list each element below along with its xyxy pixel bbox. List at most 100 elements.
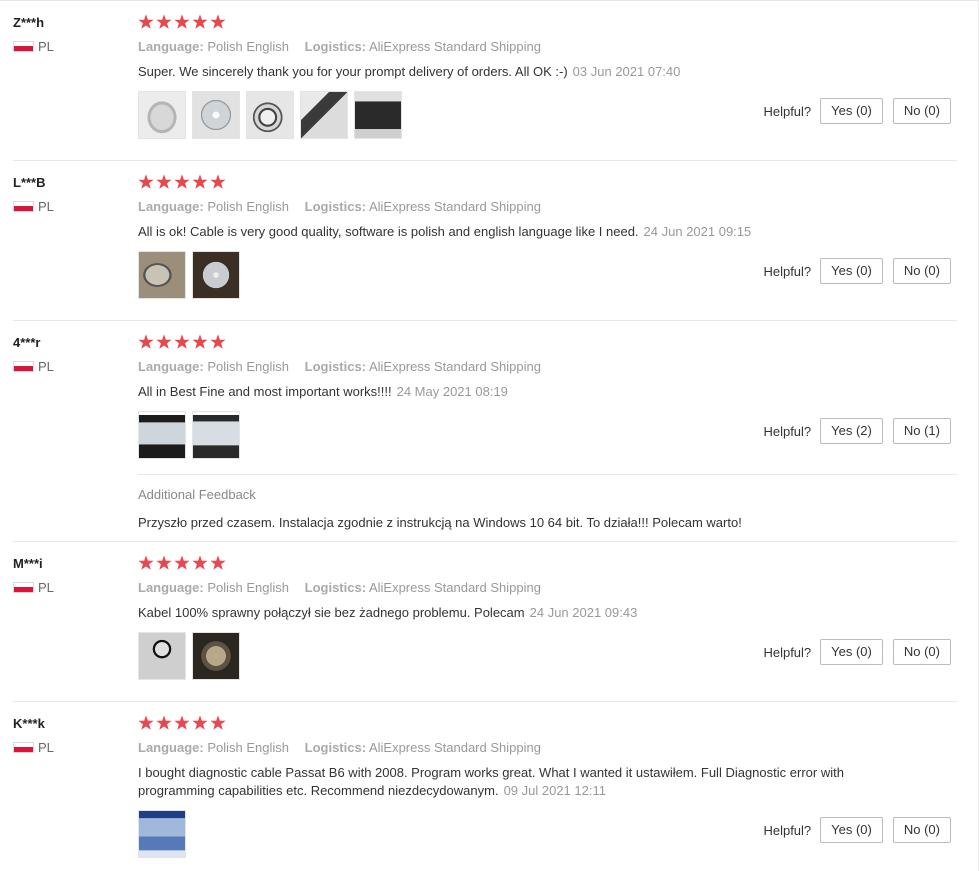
star-icon [174, 715, 190, 730]
helpful-vote: Helpful? Yes (0) No (0) [763, 639, 951, 665]
star-icon [192, 174, 208, 189]
reviewer-country: PL [13, 358, 123, 374]
review-photos [138, 91, 402, 139]
star-icon [138, 715, 154, 730]
country-code: PL [38, 198, 54, 214]
star-icon [210, 14, 226, 29]
star-icon [210, 715, 226, 730]
reviewer-info: L***B PL [13, 174, 123, 214]
no-vote-button[interactable]: No (0) [892, 258, 951, 284]
review-text: All is ok! Cable is very good quality, s… [138, 223, 858, 241]
star-rating [138, 334, 958, 350]
review-photo[interactable] [138, 251, 186, 299]
reviewer-info: 4***r PL [13, 334, 123, 374]
language-value: Polish English [207, 359, 290, 374]
poland-flag-icon [13, 741, 34, 753]
review-date: 24 Jun 2021 09:43 [529, 605, 638, 620]
logistics-key: Logistics: [304, 199, 367, 214]
language-key: Language: [138, 740, 204, 755]
review-meta: Language: Polish English Logistics: AliE… [138, 38, 958, 56]
helpful-label: Helpful? [763, 644, 812, 660]
language-value: Polish English [207, 199, 290, 214]
helpful-label: Helpful? [763, 103, 812, 119]
helpful-label: Helpful? [763, 423, 812, 439]
language-value: Polish English [207, 580, 290, 595]
review-body: All in Best Fine and most important work… [138, 384, 392, 399]
review-photo[interactable] [246, 91, 294, 139]
star-icon [174, 14, 190, 29]
review-content: Language: Polish English Logistics: AliE… [138, 334, 958, 401]
reviewer-info: M***i PL [13, 555, 123, 595]
review-date: 03 Jun 2021 07:40 [572, 64, 681, 79]
language-key: Language: [138, 199, 204, 214]
star-icon [156, 174, 172, 189]
review-text: I bought diagnostic cable Passat B6 with… [138, 764, 858, 800]
star-icon [156, 555, 172, 570]
star-rating [138, 174, 958, 190]
review-item: K***k PL Language: Polish English Logist… [0, 715, 979, 871]
review-photo[interactable] [354, 91, 402, 139]
review-photo[interactable] [138, 411, 186, 459]
review-body: All is ok! Cable is very good quality, s… [138, 224, 639, 239]
country-code: PL [38, 38, 54, 54]
star-icon [138, 14, 154, 29]
review-date: 24 Jun 2021 09:15 [643, 224, 752, 239]
yes-vote-button[interactable]: Yes (0) [820, 258, 883, 284]
review-divider [13, 541, 957, 542]
top-divider [0, 0, 979, 1]
no-vote-button[interactable]: No (1) [892, 418, 951, 444]
star-icon [192, 14, 208, 29]
country-code: PL [38, 358, 54, 374]
review-photo[interactable] [138, 632, 186, 680]
star-icon [174, 555, 190, 570]
review-text: Super. We sincerely thank you for your p… [138, 63, 858, 81]
helpful-vote: Helpful? Yes (2) No (1) [763, 418, 951, 444]
review-photo[interactable] [138, 91, 186, 139]
reviewer-name: L***B [13, 175, 46, 190]
reviewer-country: PL [13, 38, 123, 54]
poland-flag-icon [13, 360, 34, 372]
star-icon [156, 715, 172, 730]
star-icon [192, 555, 208, 570]
no-vote-button[interactable]: No (0) [892, 817, 951, 843]
star-icon [210, 174, 226, 189]
helpful-label: Helpful? [763, 263, 812, 279]
reviewer-country: PL [13, 579, 123, 595]
review-date: 24 May 2021 08:19 [396, 384, 508, 399]
logistics-value: AliExpress Standard Shipping [368, 359, 541, 374]
review-photo[interactable] [192, 632, 240, 680]
reviewer-info: Z***h PL [13, 14, 123, 54]
logistics-value: AliExpress Standard Shipping [368, 740, 541, 755]
no-vote-button[interactable]: No (0) [892, 98, 951, 124]
star-icon [174, 334, 190, 349]
review-photo[interactable] [192, 411, 240, 459]
star-icon [192, 715, 208, 730]
review-divider [13, 701, 957, 702]
logistics-key: Logistics: [304, 359, 367, 374]
review-photos [138, 411, 240, 459]
star-rating [138, 555, 958, 571]
review-photo[interactable] [192, 251, 240, 299]
review-photo[interactable] [300, 91, 348, 139]
yes-vote-button[interactable]: Yes (2) [820, 418, 883, 444]
reviewer-name: K***k [13, 716, 45, 731]
review-text: All in Best Fine and most important work… [138, 383, 858, 401]
poland-flag-icon [13, 581, 34, 593]
star-rating [138, 715, 958, 731]
logistics-value: AliExpress Standard Shipping [368, 39, 541, 54]
yes-vote-button[interactable]: Yes (0) [820, 98, 883, 124]
review-photos [138, 632, 240, 680]
logistics-value: AliExpress Standard Shipping [368, 580, 541, 595]
language-key: Language: [138, 39, 204, 54]
no-vote-button[interactable]: No (0) [892, 639, 951, 665]
review-item: Z***h PL Language: Polish English Logist… [0, 14, 979, 144]
star-icon [210, 555, 226, 570]
yes-vote-button[interactable]: Yes (0) [820, 639, 883, 665]
review-photo[interactable] [138, 810, 186, 858]
review-body: Kabel 100% sprawny połączył sie bez żadn… [138, 605, 525, 620]
yes-vote-button[interactable]: Yes (0) [820, 817, 883, 843]
review-photo[interactable] [192, 91, 240, 139]
review-text: Kabel 100% sprawny połączył sie bez żadn… [138, 604, 858, 622]
review-meta: Language: Polish English Logistics: AliE… [138, 198, 958, 216]
additional-feedback-text: Przyszło przed czasem. Instalacja zgodni… [138, 515, 742, 530]
